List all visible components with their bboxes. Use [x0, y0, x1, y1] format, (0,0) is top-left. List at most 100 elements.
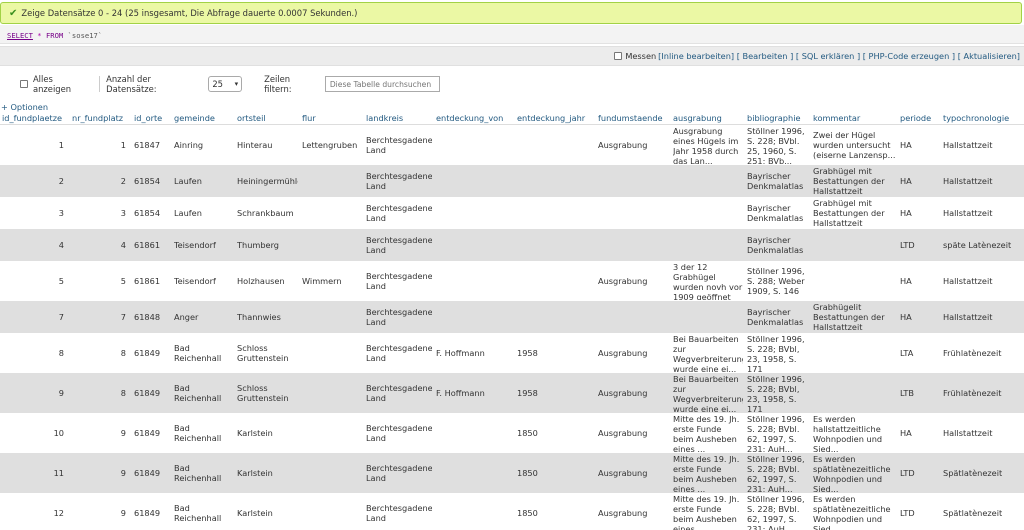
- cell-nr_fundplatz[interactable]: 8: [70, 332, 132, 373]
- cell-entdeckung_von[interactable]: [434, 228, 515, 261]
- cell-kommentar[interactable]: [811, 332, 898, 373]
- cell-entdeckung_von[interactable]: [434, 452, 515, 493]
- cell-flur[interactable]: [300, 164, 364, 197]
- cell-ortsteil[interactable]: Hinterau: [235, 124, 300, 165]
- filter-input[interactable]: [324, 76, 440, 92]
- cell-fundumstaende[interactable]: [596, 300, 671, 333]
- cell-gemeinde[interactable]: Laufen: [172, 196, 235, 229]
- php-code-link[interactable]: [ PHP-Code erzeugen ]: [863, 51, 955, 61]
- table-row[interactable]: 8 8 61849 Bad Reichenhall Schloss Gruttenste…: [0, 332, 1024, 373]
- table-row[interactable]: 9 8 61849 Bad Reichenhall Schloss Gruttenste…: [0, 372, 1024, 413]
- rows-count-select[interactable]: 25 ▾: [208, 76, 243, 92]
- cell-bibliographie[interactable]: Stöllner 1996, S. 228; BVbl. 62, 1997, S…: [745, 412, 811, 453]
- cell-flur[interactable]: [300, 228, 364, 261]
- cell-landkreis[interactable]: Berchtesgadener Land: [364, 260, 434, 301]
- cell-id_orte[interactable]: 61849: [132, 452, 172, 493]
- cell-nr_fundplatz[interactable]: 9: [70, 452, 132, 493]
- cell-gemeinde[interactable]: Bad Reichenhall: [172, 412, 235, 453]
- cell-entdeckung_jahr[interactable]: [515, 228, 596, 261]
- cell-entdeckung_von[interactable]: [434, 260, 515, 301]
- cell-ortsteil[interactable]: Karlstein: [235, 452, 300, 493]
- cell-fundumstaende[interactable]: Ausgrabung: [596, 492, 671, 530]
- cell-typochronologie[interactable]: Hallstattzeit: [941, 260, 1024, 301]
- cell-entdeckung_jahr[interactable]: 1850: [515, 412, 596, 453]
- table-row[interactable]: 7 7 61848 Anger Thannwies Berchtesgadener Lan…: [0, 300, 1024, 333]
- cell-periode[interactable]: LTA: [898, 332, 941, 373]
- cell-id_fundplaetze[interactable]: 9: [0, 372, 70, 413]
- table-row[interactable]: 4 4 61861 Teisendorf Thumberg Berchtesgadener…: [0, 228, 1024, 261]
- cell-gemeinde[interactable]: Bad Reichenhall: [172, 372, 235, 413]
- cell-entdeckung_jahr[interactable]: [515, 124, 596, 165]
- cell-nr_fundplatz[interactable]: 8: [70, 372, 132, 413]
- cell-id_fundplaetze[interactable]: 3: [0, 196, 70, 229]
- table-row[interactable]: 5 5 61861 Teisendorf Holzhausen Wimmern Bercht…: [0, 260, 1024, 301]
- show-all-checkbox[interactable]: [20, 80, 28, 88]
- cell-nr_fundplatz[interactable]: 3: [70, 196, 132, 229]
- cell-bibliographie[interactable]: Bayrischer Denkmalatlas: [745, 196, 811, 229]
- cell-periode[interactable]: HA: [898, 124, 941, 165]
- cell-id_fundplaetze[interactable]: 12: [0, 492, 70, 530]
- cell-id_orte[interactable]: 61854: [132, 164, 172, 197]
- table-row[interactable]: 3 3 61854 Laufen Schrankbaum Berchtesgadener …: [0, 196, 1024, 229]
- cell-periode[interactable]: HA: [898, 300, 941, 333]
- cell-flur[interactable]: [300, 452, 364, 493]
- cell-flur[interactable]: [300, 300, 364, 333]
- cell-entdeckung_jahr[interactable]: [515, 196, 596, 229]
- column-header-fundumstaende[interactable]: fundumstaende: [596, 112, 671, 125]
- cell-flur[interactable]: [300, 372, 364, 413]
- cell-entdeckung_von[interactable]: [434, 492, 515, 530]
- cell-id_fundplaetze[interactable]: 2: [0, 164, 70, 197]
- cell-entdeckung_von[interactable]: F. Hoffmann: [434, 372, 515, 413]
- cell-ausgrabung[interactable]: Mitte des 19. Jh. erste Funde beim Aushe…: [671, 412, 745, 453]
- cell-nr_fundplatz[interactable]: 9: [70, 492, 132, 530]
- table-row[interactable]: 10 9 61849 Bad Reichenhall Karlstein Berchtes…: [0, 412, 1024, 453]
- cell-entdeckung_jahr[interactable]: 1850: [515, 492, 596, 530]
- column-header-periode[interactable]: periode: [898, 112, 941, 125]
- cell-flur[interactable]: Wimmern: [300, 260, 364, 301]
- cell-bibliographie[interactable]: Stöllner 1996, S. 228; BVbl, 23, 1958, S…: [745, 332, 811, 373]
- cell-gemeinde[interactable]: Ainring: [172, 124, 235, 165]
- cell-typochronologie[interactable]: Frühlatènezeit: [941, 372, 1024, 413]
- column-header-ausgrabung[interactable]: ausgrabung: [671, 112, 745, 125]
- cell-id_orte[interactable]: 61861: [132, 228, 172, 261]
- messen-checkbox[interactable]: [614, 52, 623, 60]
- cell-ortsteil[interactable]: Holzhausen: [235, 260, 300, 301]
- cell-kommentar[interactable]: Es werden spätlatènezeitliche Wohnpodien…: [811, 452, 898, 493]
- cell-fundumstaende[interactable]: Ausgrabung: [596, 332, 671, 373]
- cell-ausgrabung[interactable]: [671, 196, 745, 229]
- cell-ausgrabung[interactable]: Ausgrabung eines Hügels im Jahr 1958 dur…: [671, 124, 745, 165]
- cell-bibliographie[interactable]: Stöllner 1996, S. 228; BVbl. 25, 1960, S…: [745, 124, 811, 165]
- cell-kommentar[interactable]: Es werden hallstattzeitliche Wohnpodien …: [811, 412, 898, 453]
- column-header-entdeckung_jahr[interactable]: entdeckung_jahr: [515, 112, 596, 125]
- cell-id_fundplaetze[interactable]: 11: [0, 452, 70, 493]
- cell-entdeckung_jahr[interactable]: [515, 260, 596, 301]
- cell-gemeinde[interactable]: Teisendorf: [172, 260, 235, 301]
- column-header-id_fundplaetze[interactable]: id_fundplaetze: [0, 112, 70, 125]
- cell-id_fundplaetze[interactable]: 7: [0, 300, 70, 333]
- cell-ortsteil[interactable]: Thumberg: [235, 228, 300, 261]
- cell-fundumstaende[interactable]: Ausgrabung: [596, 124, 671, 165]
- cell-periode[interactable]: LTD: [898, 492, 941, 530]
- cell-fundumstaende[interactable]: [596, 228, 671, 261]
- cell-gemeinde[interactable]: Anger: [172, 300, 235, 333]
- cell-id_fundplaetze[interactable]: 1: [0, 124, 70, 165]
- cell-fundumstaende[interactable]: [596, 164, 671, 197]
- cell-typochronologie[interactable]: späte Latènezeit: [941, 228, 1024, 261]
- cell-fundumstaende[interactable]: Ausgrabung: [596, 412, 671, 453]
- cell-typochronologie[interactable]: Hallstattzeit: [941, 124, 1024, 165]
- cell-ortsteil[interactable]: Karlstein: [235, 492, 300, 530]
- cell-ausgrabung[interactable]: Mitte des 19. Jh. erste Funde beim Aushe…: [671, 452, 745, 493]
- cell-id_orte[interactable]: 61854: [132, 196, 172, 229]
- cell-ausgrabung[interactable]: Mitte des 19. Jh. erste Funde beim Aushe…: [671, 492, 745, 530]
- cell-periode[interactable]: HA: [898, 260, 941, 301]
- cell-flur[interactable]: [300, 412, 364, 453]
- cell-entdeckung_jahr[interactable]: [515, 300, 596, 333]
- cell-entdeckung_jahr[interactable]: 1850: [515, 452, 596, 493]
- cell-nr_fundplatz[interactable]: 4: [70, 228, 132, 261]
- cell-landkreis[interactable]: Berchtesgadener Land: [364, 492, 434, 530]
- cell-flur[interactable]: [300, 196, 364, 229]
- cell-flur[interactable]: [300, 332, 364, 373]
- inline-edit-link[interactable]: [Inline bearbeiten]: [658, 51, 734, 61]
- cell-ausgrabung[interactable]: [671, 164, 745, 197]
- edit-link[interactable]: [ Bearbeiten ]: [737, 51, 794, 61]
